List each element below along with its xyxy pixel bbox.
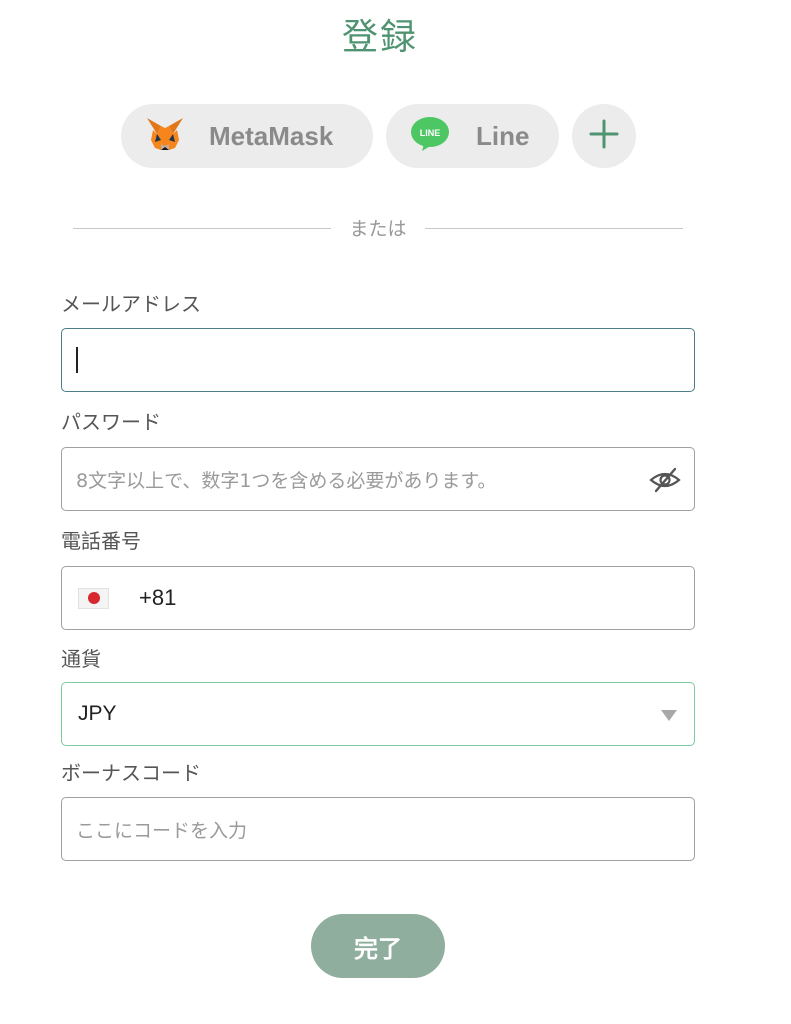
divider-text: または: [349, 218, 407, 240]
line-label: Line: [476, 120, 530, 151]
phone-field[interactable]: +81: [61, 566, 695, 630]
line-icon-text: LINE: [420, 128, 441, 138]
password-placeholder: 8文字以上で、数字1つを含める必要があります。: [76, 469, 497, 492]
currency-selected-value: JPY: [78, 702, 117, 725]
text-cursor: [76, 347, 78, 373]
currency-label: 通貨: [61, 647, 101, 671]
bonus-code-placeholder: ここにコードを入力: [76, 819, 248, 842]
bonus-code-label: ボーナスコード: [61, 761, 201, 785]
divider-line-right: [425, 228, 683, 229]
email-label: メールアドレス: [61, 292, 201, 316]
currency-select[interactable]: JPY: [61, 682, 695, 746]
line-button[interactable]: LINE Line: [386, 104, 559, 168]
japan-flag-icon[interactable]: [78, 587, 109, 609]
submit-button[interactable]: 完了: [311, 914, 445, 978]
social-login-row: MetaMask LINE Line: [121, 104, 636, 168]
more-login-options-button[interactable]: [572, 104, 636, 168]
dial-code: +81: [139, 585, 177, 610]
email-field[interactable]: [61, 328, 695, 392]
eye-slash-icon[interactable]: [648, 466, 682, 498]
chevron-down-icon: [661, 710, 677, 721]
divider-line-left: [73, 228, 331, 229]
or-divider: または: [73, 214, 683, 242]
page-title: 登録: [341, 17, 418, 58]
metamask-fox-icon: [145, 116, 185, 156]
phone-label: 電話番号: [61, 529, 141, 553]
metamask-label: MetaMask: [209, 120, 334, 151]
metamask-button[interactable]: MetaMask: [121, 104, 373, 168]
line-icon: LINE: [410, 116, 450, 156]
plus-icon: [588, 118, 620, 154]
password-field[interactable]: 8文字以上で、数字1つを含める必要があります。: [61, 447, 695, 511]
bonus-code-field[interactable]: ここにコードを入力: [61, 797, 695, 861]
password-label: パスワード: [61, 410, 161, 434]
